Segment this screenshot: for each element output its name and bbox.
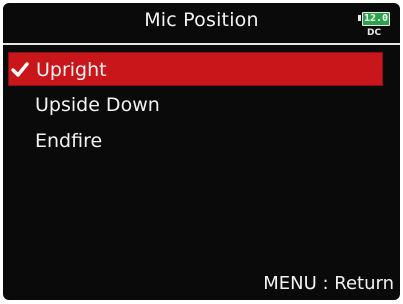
- battery-nub: [358, 15, 361, 21]
- check-icon: [11, 62, 29, 77]
- menu-return-hint: MENU : Return: [263, 273, 394, 294]
- device-frame: Mic Position 12.0 DC Upright Upside Down…: [0, 0, 403, 304]
- battery-voltage: 12.0: [363, 13, 389, 24]
- menu-item-label: Upright: [36, 59, 107, 81]
- menu-item-label: Upside Down: [35, 94, 160, 116]
- mic-position-menu: Upright Upside Down Endfire: [3, 52, 400, 160]
- menu-item-label: Endfire: [35, 130, 103, 152]
- menu-item-endfire[interactable]: Endfire: [3, 124, 400, 158]
- menu-item-upright[interactable]: Upright: [8, 52, 383, 86]
- power-source: DC: [367, 28, 382, 38]
- header: Mic Position 12.0 DC: [3, 3, 400, 41]
- menu-item-upside-down[interactable]: Upside Down: [3, 88, 400, 122]
- device-screen: Mic Position 12.0 DC Upright Upside Down…: [3, 3, 400, 300]
- battery-indicator: 12.0 DC: [358, 12, 396, 42]
- page-title: Mic Position: [144, 9, 259, 31]
- header-divider: [3, 43, 400, 45]
